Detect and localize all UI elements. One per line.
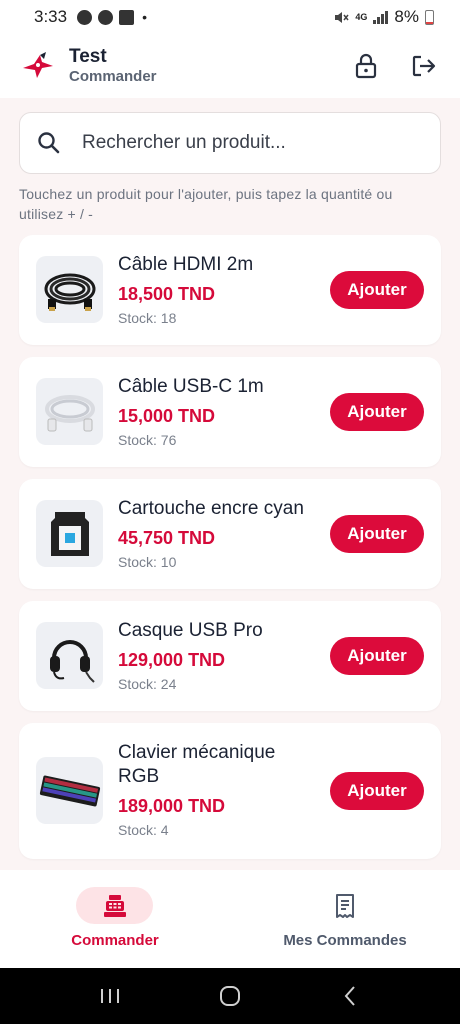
add-button[interactable]: Ajouter: [330, 515, 424, 553]
add-button[interactable]: Ajouter: [330, 271, 424, 309]
main-content: Touchez un produit pour l'ajouter, puis …: [0, 98, 460, 870]
tab-label: Commander: [71, 932, 159, 949]
product-price: 18,500 TND: [118, 284, 216, 304]
recent-apps-icon: [101, 989, 119, 1003]
product-card[interactable]: Cartouche encre cyan 45,750 TND Stock: 1…: [19, 479, 441, 589]
product-image-headset: [36, 622, 103, 689]
headset-icon: [49, 639, 95, 683]
tab-mes-commandes[interactable]: Mes Commandes: [230, 870, 460, 968]
signal-icon: [373, 10, 389, 24]
recent-apps-button[interactable]: [90, 976, 130, 1016]
linkedin-icon: [119, 9, 135, 25]
product-card[interactable]: Clavier mécanique RGB 189,000 TND Stock:…: [19, 723, 441, 859]
search-box[interactable]: [19, 112, 441, 174]
product-stock: Stock: 24: [118, 676, 177, 692]
system-navigation-bar: [0, 968, 460, 1024]
product-card[interactable]: Câble USB-C 1m 15,000 TND Stock: 76 Ajou…: [19, 357, 441, 467]
product-name: Clavier mécanique RGB: [118, 742, 276, 787]
back-icon: [344, 986, 355, 1006]
tab-commander[interactable]: Commander: [0, 870, 230, 968]
network-type: 4G: [355, 12, 368, 22]
back-button[interactable]: [330, 976, 370, 1016]
lock-icon: [355, 53, 377, 79]
product-price: 129,000 TND: [118, 650, 226, 670]
hdmi-cable-icon: [44, 273, 95, 311]
mute-icon: [335, 11, 349, 23]
messenger-icon-2: [98, 9, 114, 25]
usb-c-cable-icon: [44, 394, 95, 431]
keyboard-icon: [39, 775, 100, 806]
app-title: Test: [69, 46, 107, 67]
app-logo-icon: [23, 52, 53, 78]
logout-icon: [412, 55, 436, 77]
add-button[interactable]: Ajouter: [330, 393, 424, 431]
app-header: Test Commander: [0, 34, 460, 98]
product-price: 15,000 TND: [118, 406, 216, 426]
product-stock: Stock: 76: [118, 432, 177, 448]
status-dot: •: [142, 9, 147, 25]
product-card[interactable]: Câble HDMI 2m 18,500 TND Stock: 18 Ajout…: [19, 235, 441, 345]
product-image-usbc-cable: [36, 378, 103, 445]
ink-cartridge-icon: [50, 511, 89, 556]
battery-percentage: 8%: [394, 7, 419, 26]
add-button[interactable]: Ajouter: [330, 772, 424, 810]
lock-button[interactable]: [348, 48, 384, 84]
add-button[interactable]: Ajouter: [330, 637, 424, 675]
product-price: 189,000 TND: [118, 796, 226, 816]
instruction-hint: Touchez un produit pour l'ajouter, puis …: [19, 186, 393, 222]
product-name: Cartouche encre cyan: [118, 498, 304, 519]
logout-button[interactable]: [406, 48, 442, 84]
product-stock: Stock: 10: [118, 554, 177, 570]
product-stock: Stock: 4: [118, 822, 169, 838]
app-subtitle: Commander: [69, 68, 157, 85]
receipt-icon: [336, 894, 354, 918]
product-stock: Stock: 18: [118, 310, 177, 326]
product-card[interactable]: Casque USB Pro 129,000 TND Stock: 24 Ajo…: [19, 601, 441, 711]
home-button[interactable]: [210, 976, 250, 1016]
search-icon: [38, 132, 60, 154]
status-bar: 3:33 • 4G 8%: [0, 0, 460, 34]
status-time: 3:33: [34, 7, 68, 26]
product-price: 45,750 TND: [118, 528, 216, 548]
search-input[interactable]: [82, 132, 402, 154]
product-name: Casque USB Pro: [118, 620, 263, 641]
product-name: Câble HDMI 2m: [118, 254, 254, 275]
product-image-keyboard: [36, 757, 103, 824]
bottom-navigation: Commander Mes Commandes: [0, 870, 460, 968]
cash-register-icon: [103, 894, 126, 917]
tab-label: Mes Commandes: [283, 932, 407, 949]
messenger-icon: [77, 9, 93, 25]
home-icon: [220, 986, 240, 1006]
product-image-hdmi-cable: [36, 256, 103, 323]
battery-icon: [425, 9, 434, 25]
active-tab-indicator: [76, 887, 153, 924]
product-name: Câble USB-C 1m: [118, 376, 264, 397]
product-image-ink-cartridge: [36, 500, 103, 567]
